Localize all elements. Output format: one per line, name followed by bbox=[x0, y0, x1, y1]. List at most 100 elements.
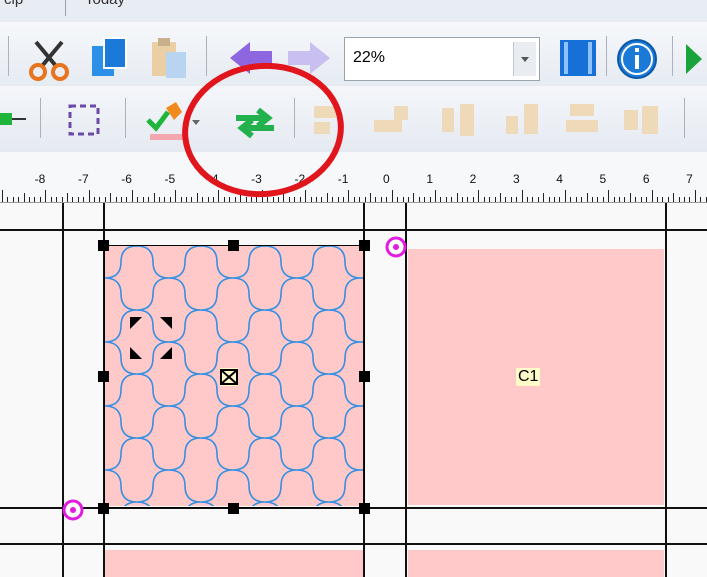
ruler-tick bbox=[484, 197, 485, 202]
ruler-tick bbox=[408, 197, 409, 202]
ruler-tick bbox=[148, 197, 149, 202]
ruler-label: 5 bbox=[599, 172, 607, 186]
ruler-tick bbox=[29, 197, 30, 202]
ruler-tick bbox=[430, 197, 431, 202]
grid-line bbox=[0, 543, 707, 545]
ruler-tick bbox=[635, 197, 636, 202]
ruler-tick bbox=[549, 197, 550, 202]
align-center-icon[interactable] bbox=[562, 98, 602, 142]
move-cursor-icon bbox=[130, 317, 172, 359]
ruler-tick bbox=[603, 197, 604, 202]
ruler-tick bbox=[381, 197, 382, 202]
ruler-tick bbox=[478, 190, 479, 202]
info-icon[interactable] bbox=[614, 36, 660, 82]
ruler-tick bbox=[164, 197, 165, 202]
ruler-tick bbox=[662, 197, 663, 202]
ruler-tick bbox=[359, 197, 360, 202]
play-icon[interactable] bbox=[684, 42, 704, 76]
ruler-tick bbox=[446, 197, 447, 202]
ruler-tick bbox=[78, 197, 79, 202]
ruler-tick bbox=[67, 193, 68, 202]
resize-handle-top[interactable] bbox=[228, 240, 239, 251]
zoom-dropdown-button[interactable] bbox=[513, 42, 536, 76]
ruler-tick bbox=[143, 197, 144, 202]
menu-separator bbox=[65, 0, 66, 16]
ruler-tick bbox=[581, 197, 582, 202]
ruler-tick bbox=[18, 197, 19, 202]
ruler-tick bbox=[116, 197, 117, 202]
resize-handle-bottom[interactable] bbox=[228, 503, 239, 514]
ruler-tick bbox=[652, 190, 653, 202]
scissors-icon[interactable] bbox=[26, 36, 72, 82]
ruler-tick bbox=[522, 190, 523, 202]
resize-handle-bottom-left[interactable] bbox=[98, 503, 109, 514]
ruler-tick bbox=[56, 197, 57, 202]
ruler-tick bbox=[435, 190, 436, 202]
ruler-tick bbox=[543, 193, 544, 202]
ruler-label: -5 bbox=[164, 172, 176, 186]
ruler-tick bbox=[451, 197, 452, 202]
ruler-tick bbox=[608, 190, 609, 202]
quilt-canvas[interactable]: C1 bbox=[0, 203, 707, 577]
ruler-tick bbox=[576, 197, 577, 202]
block[interactable] bbox=[408, 550, 664, 577]
ruler-tick bbox=[619, 197, 620, 202]
ruler-tick bbox=[99, 197, 100, 202]
zoom-select[interactable]: 22% bbox=[344, 37, 540, 81]
resize-handle-top-right[interactable] bbox=[359, 240, 370, 251]
node-icon[interactable] bbox=[0, 108, 28, 130]
ruler-tick bbox=[40, 197, 41, 202]
ruler-tick bbox=[673, 193, 674, 202]
ruler-tick bbox=[370, 193, 371, 202]
ruler-tick bbox=[695, 190, 696, 202]
ruler-tick bbox=[511, 197, 512, 202]
ruler-tick bbox=[110, 193, 111, 202]
ruler-tick bbox=[24, 193, 25, 202]
toolbar-separator bbox=[684, 98, 685, 138]
ruler-tick bbox=[467, 197, 468, 202]
rotate-handle-icon[interactable] bbox=[385, 236, 407, 258]
resize-handle-right[interactable] bbox=[359, 371, 370, 382]
ruler-label: -7 bbox=[77, 172, 89, 186]
grid-line bbox=[0, 229, 707, 231]
align-bottom-left-icon[interactable] bbox=[370, 100, 416, 140]
ruler-tick bbox=[2, 190, 3, 202]
ruler-tick bbox=[657, 197, 658, 202]
ruler-tick bbox=[7, 197, 8, 202]
menu-item-today[interactable]: Today bbox=[85, 0, 125, 8]
rotate-handle-icon[interactable] bbox=[62, 499, 84, 521]
grid-line bbox=[665, 203, 667, 577]
ruler-tick bbox=[397, 197, 398, 202]
ruler-label: 4 bbox=[556, 172, 563, 186]
filmstrip-icon[interactable] bbox=[556, 36, 600, 80]
menu-bar: cip Today bbox=[0, 0, 707, 22]
ruler-tick bbox=[668, 197, 669, 202]
align-right-icon[interactable] bbox=[620, 100, 666, 140]
align-top-icon[interactable] bbox=[436, 98, 482, 142]
select-frame-icon[interactable] bbox=[64, 100, 104, 140]
ruler-tick bbox=[505, 197, 506, 202]
ruler-tick bbox=[121, 197, 122, 202]
ruler-tick bbox=[554, 197, 555, 202]
align-bottom-icon[interactable] bbox=[500, 98, 546, 142]
ruler-tick bbox=[403, 197, 404, 202]
ruler-tick bbox=[170, 197, 171, 202]
ruler-tick bbox=[570, 197, 571, 202]
ruler-tick bbox=[679, 197, 680, 202]
ruler-tick bbox=[159, 197, 160, 202]
copy-icon[interactable] bbox=[88, 34, 132, 82]
ruler-tick bbox=[365, 197, 366, 202]
ruler-tick bbox=[83, 197, 84, 202]
block[interactable] bbox=[105, 550, 363, 577]
resize-handle-top-left[interactable] bbox=[98, 240, 109, 251]
resize-handle-left[interactable] bbox=[98, 371, 109, 382]
toolbar-separator bbox=[606, 36, 607, 76]
ruler-tick bbox=[495, 197, 496, 202]
ruler-tick bbox=[559, 197, 560, 202]
toolbar-separator bbox=[8, 36, 9, 76]
resize-handle-bottom-right[interactable] bbox=[359, 503, 370, 514]
block-label: C1 bbox=[516, 368, 541, 386]
menu-item-clip[interactable]: cip bbox=[4, 0, 23, 8]
ruler-tick bbox=[137, 197, 138, 202]
ruler-tick bbox=[126, 197, 127, 202]
